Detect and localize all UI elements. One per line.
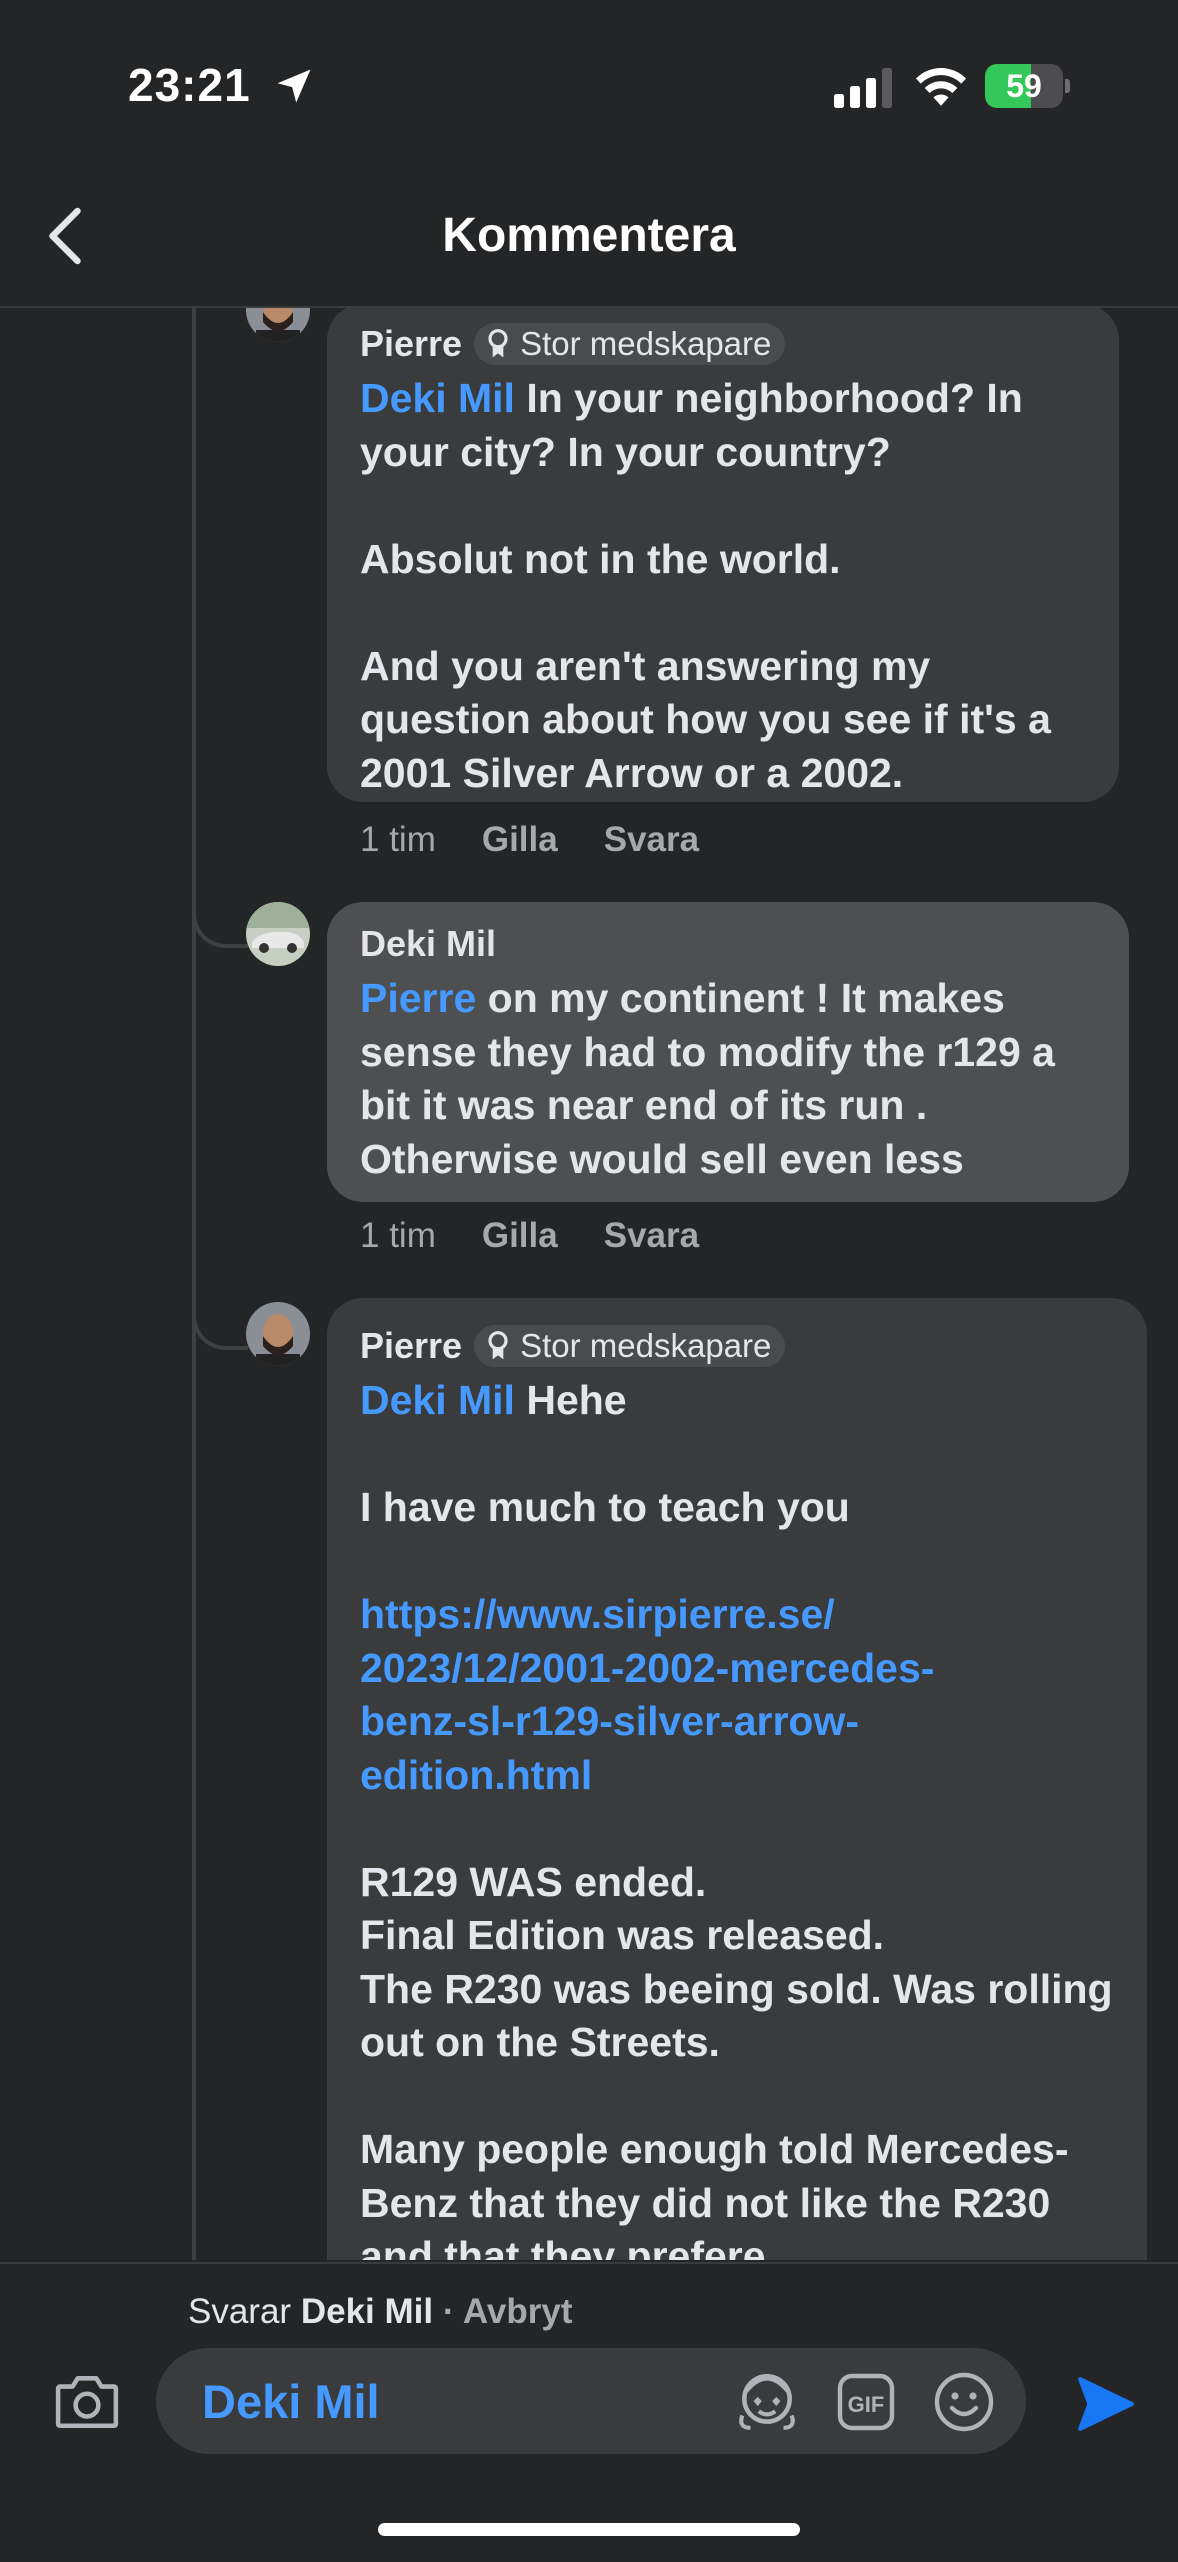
- thread-branch: [192, 904, 248, 948]
- status-badge: Stor medskapare: [474, 323, 786, 365]
- mention-link[interactable]: Deki Mil: [360, 1377, 515, 1423]
- mention-link[interactable]: Pierre: [360, 975, 476, 1021]
- status-bar: 23:21 59: [0, 0, 1178, 170]
- comment-actions: 1 tim Gilla Svara: [360, 1216, 745, 1256]
- avatar[interactable]: [246, 1302, 310, 1366]
- avatar[interactable]: [246, 902, 310, 966]
- reply-button[interactable]: Svara: [604, 820, 699, 860]
- nav-header: Kommentera: [0, 170, 1178, 308]
- comment-author[interactable]: Pierre: [360, 1325, 462, 1367]
- battery-indicator: 59: [985, 64, 1071, 108]
- ribbon-badge-icon: [488, 1331, 508, 1360]
- location-arrow-icon: [277, 69, 311, 103]
- avatar-sticker-icon[interactable]: [734, 2370, 800, 2432]
- url-link[interactable]: https://www.sirpierre.se/ 2023/12/2001-2…: [360, 1591, 934, 1798]
- replying-to-bar: Svarar Deki Mil · Avbryt: [188, 2292, 572, 2332]
- like-button[interactable]: Gilla: [482, 820, 558, 860]
- thread-line: [192, 308, 196, 2260]
- status-badge: Stor medskapare: [474, 1325, 786, 1367]
- camera-icon[interactable]: [54, 2372, 120, 2430]
- cancel-reply-button[interactable]: · Avbryt: [443, 2292, 573, 2331]
- comment-bubble[interactable]: Pierre Stor medskapare Deki Mil Hehe I h…: [327, 1298, 1147, 2260]
- badge-label: Stor medskapare: [520, 1327, 772, 1364]
- comment-input-value[interactable]: Deki Mil: [202, 2374, 380, 2429]
- comment-timestamp: 1 tim: [360, 1216, 436, 1255]
- send-icon[interactable]: [1074, 2372, 1136, 2436]
- thread-branch: [192, 1306, 248, 1350]
- comment-thread[interactable]: Pierre Stor medskapare Deki Mil In your …: [0, 308, 1178, 2260]
- svg-text:GIF: GIF: [848, 2392, 885, 2417]
- comment-author[interactable]: Deki Mil: [360, 923, 496, 965]
- badge-label: Stor medskapare: [520, 325, 772, 362]
- replying-prefix: Svarar: [188, 2292, 292, 2331]
- page-title: Kommentera: [442, 209, 736, 262]
- comment-bubble[interactable]: Deki Mil Pierre on my continent ! It mak…: [327, 902, 1129, 1202]
- comment-bubble[interactable]: Pierre Stor medskapare Deki Mil In your …: [327, 308, 1119, 802]
- mention-link[interactable]: Deki Mil: [360, 375, 515, 421]
- like-button[interactable]: Gilla: [482, 1216, 558, 1256]
- emoji-icon[interactable]: [932, 2370, 996, 2434]
- home-indicator[interactable]: [378, 2523, 800, 2536]
- comment-author[interactable]: Pierre: [360, 323, 462, 365]
- reply-button[interactable]: Svara: [604, 1216, 699, 1256]
- replying-to-name: Deki Mil: [300, 2292, 434, 2331]
- ribbon-badge-icon: [488, 329, 508, 358]
- avatar[interactable]: [246, 308, 310, 342]
- comment-timestamp: 1 tim: [360, 820, 436, 859]
- battery-level-text: 59: [1006, 68, 1042, 104]
- comment-composer: Svarar Deki Mil · Avbryt Deki Mil GIF: [0, 2262, 1178, 2562]
- comment-input[interactable]: Deki Mil GIF: [156, 2348, 1026, 2454]
- comment-text: R129 WAS ended. Final Edition was releas…: [360, 1858, 1113, 2260]
- status-time: 23:21: [128, 59, 251, 111]
- comment-text: In your neighborhood? In your city? In y…: [360, 375, 1051, 796]
- wifi-icon: [915, 68, 967, 106]
- cellular-signal-icon: [834, 68, 892, 108]
- gif-icon[interactable]: GIF: [836, 2372, 896, 2432]
- comment-actions: 1 tim Gilla Svara: [360, 820, 745, 860]
